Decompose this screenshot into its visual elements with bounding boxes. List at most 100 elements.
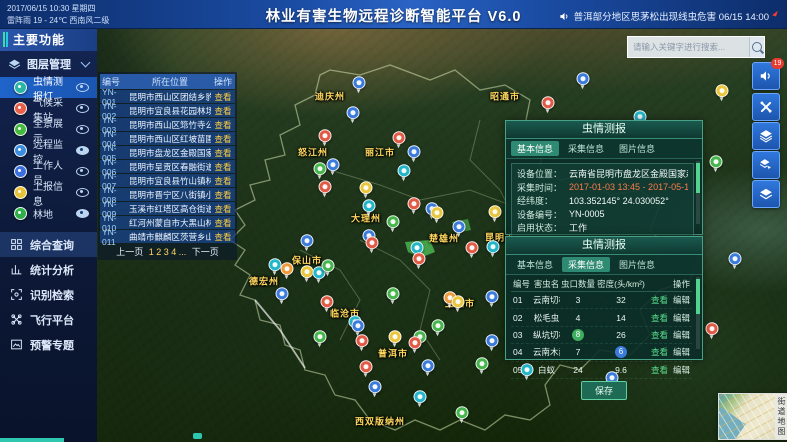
map-marker[interactable] xyxy=(387,215,400,228)
map-marker[interactable] xyxy=(710,155,723,168)
map-marker[interactable] xyxy=(327,158,340,171)
pest-view-link[interactable]: 查看 xyxy=(651,313,668,323)
map-marker[interactable] xyxy=(413,252,426,265)
sidebar-item-林地[interactable]: 林地 xyxy=(0,203,97,224)
scrollbar[interactable] xyxy=(696,277,700,349)
device-view-link[interactable]: 查看 xyxy=(211,147,235,159)
map-marker[interactable] xyxy=(486,290,499,303)
map-marker[interactable] xyxy=(431,206,444,219)
device-view-link[interactable]: 查看 xyxy=(211,91,235,103)
map-marker[interactable] xyxy=(347,106,360,119)
pest-view-link[interactable]: 查看 xyxy=(651,330,668,340)
device-view-link[interactable]: 查看 xyxy=(211,119,235,131)
pest-edit-link[interactable]: 编辑 xyxy=(673,347,690,357)
map-marker[interactable] xyxy=(363,199,376,212)
visibility-eye-icon[interactable] xyxy=(76,188,89,197)
map-marker[interactable] xyxy=(486,334,499,347)
map-marker[interactable] xyxy=(452,295,465,308)
sidebar-item-识别检索[interactable]: 识别检索 xyxy=(0,282,97,307)
device-view-link[interactable]: 查看 xyxy=(211,133,235,145)
visibility-eye-icon[interactable] xyxy=(76,167,89,176)
map-marker[interactable] xyxy=(321,295,334,308)
tab-基本信息[interactable]: 基本信息 xyxy=(511,141,559,156)
pest-edit-link[interactable]: 编辑 xyxy=(673,295,690,305)
measure-tools-button[interactable] xyxy=(752,93,780,121)
map-marker[interactable] xyxy=(706,322,719,335)
page-numbers[interactable]: 1 2 3 4 ... xyxy=(149,247,187,257)
map-marker[interactable] xyxy=(301,234,314,247)
tab-图片信息[interactable]: 图片信息 xyxy=(613,141,661,156)
map-marker[interactable] xyxy=(398,164,411,177)
map-marker[interactable] xyxy=(393,131,406,144)
map-marker[interactable] xyxy=(476,357,489,370)
map-marker[interactable] xyxy=(356,334,369,347)
tab-图片信息[interactable]: 图片信息 xyxy=(613,257,661,272)
map-marker[interactable] xyxy=(716,84,729,97)
map-marker[interactable] xyxy=(353,76,366,89)
pest-view-link[interactable]: 查看 xyxy=(651,347,668,357)
map-marker[interactable] xyxy=(276,287,289,300)
minimap-switcher[interactable]: 街道地图 xyxy=(718,393,787,440)
layers-tool-button[interactable] xyxy=(752,122,780,150)
broadcast-tool-button[interactable]: 19 xyxy=(752,62,780,90)
map-marker[interactable] xyxy=(319,129,332,142)
map-marker[interactable] xyxy=(487,240,500,253)
device-view-link[interactable]: 查看 xyxy=(211,189,235,201)
scrollbar[interactable] xyxy=(696,161,700,224)
map-marker[interactable] xyxy=(322,259,335,272)
pest-edit-link[interactable]: 编辑 xyxy=(673,330,690,340)
pest-edit-link[interactable]: 编辑 xyxy=(673,365,690,375)
map-marker[interactable] xyxy=(387,287,400,300)
device-view-link[interactable]: 查看 xyxy=(211,105,235,117)
map-marker[interactable] xyxy=(314,330,327,343)
save-button[interactable]: 保存 xyxy=(581,381,627,400)
announcement-bar[interactable]: 普洱部分地区思茅松出现线虫危害 06/15 14:00 xyxy=(559,9,777,23)
map-marker[interactable] xyxy=(729,252,742,265)
map-marker[interactable] xyxy=(408,145,421,158)
basemap-tool-button[interactable] xyxy=(752,180,780,208)
search-input[interactable] xyxy=(628,37,749,57)
sidebar-item-预警专题[interactable]: 预警专题 xyxy=(0,332,97,357)
map-marker[interactable] xyxy=(366,236,379,249)
map-marker[interactable] xyxy=(432,319,445,332)
device-view-link[interactable]: 查看 xyxy=(211,203,235,215)
map-marker[interactable] xyxy=(319,180,332,193)
map-marker[interactable] xyxy=(408,197,421,210)
pest-view-link[interactable]: 查看 xyxy=(651,365,668,375)
sidebar-item-综合查询[interactable]: 综合查询 xyxy=(0,232,97,257)
map-marker[interactable] xyxy=(352,319,365,332)
map-marker[interactable] xyxy=(456,406,469,419)
device-view-link[interactable]: 查看 xyxy=(211,161,235,173)
tab-基本信息[interactable]: 基本信息 xyxy=(511,257,559,272)
map-marker[interactable] xyxy=(281,262,294,275)
visibility-eye-icon[interactable] xyxy=(76,146,89,155)
map-marker[interactable] xyxy=(360,181,373,194)
visibility-eye-icon[interactable] xyxy=(76,83,89,92)
next-page-link[interactable]: 下一页 xyxy=(192,247,219,257)
map-marker[interactable] xyxy=(409,336,422,349)
sidebar-item-上报信息[interactable]: 上报信息 xyxy=(0,182,97,203)
visibility-eye-icon[interactable] xyxy=(76,104,89,113)
map-marker[interactable] xyxy=(489,205,502,218)
pest-edit-link[interactable]: 编辑 xyxy=(673,313,690,323)
device-view-link[interactable]: 查看 xyxy=(211,231,235,243)
map-marker[interactable] xyxy=(542,96,555,109)
pest-view-link[interactable]: 查看 xyxy=(651,295,668,305)
sidebar-item-统计分析[interactable]: 统计分析 xyxy=(0,257,97,282)
map-marker[interactable] xyxy=(314,162,327,175)
tab-采集信息[interactable]: 采集信息 xyxy=(562,141,610,156)
prev-page-link[interactable]: 上一页 xyxy=(116,247,143,257)
map-marker[interactable] xyxy=(422,359,435,372)
tab-采集信息[interactable]: 采集信息 xyxy=(562,257,610,272)
map-marker[interactable] xyxy=(577,72,590,85)
map-marker[interactable] xyxy=(466,241,479,254)
layer-select-tool-button[interactable] xyxy=(752,151,780,179)
map-marker[interactable] xyxy=(360,360,373,373)
map-marker[interactable] xyxy=(369,380,382,393)
map-marker[interactable] xyxy=(389,330,402,343)
map-marker[interactable] xyxy=(453,220,466,233)
sidebar-item-飞行平台[interactable]: 飞行平台 xyxy=(0,307,97,332)
map-marker[interactable] xyxy=(414,390,427,403)
visibility-eye-icon[interactable] xyxy=(76,125,89,134)
visibility-eye-icon[interactable] xyxy=(76,209,89,218)
